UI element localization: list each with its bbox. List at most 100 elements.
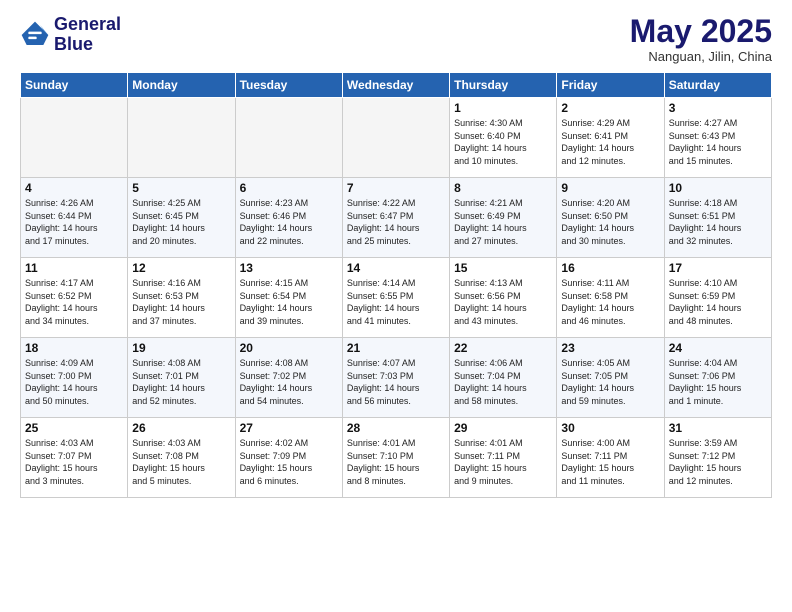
day-detail: Sunrise: 4:10 AM Sunset: 6:59 PM Dayligh…: [669, 277, 767, 327]
month-title: May 2025: [630, 15, 772, 47]
calendar-cell: 8 Sunrise: 4:21 AM Sunset: 6:49 PM Daylig…: [450, 178, 557, 258]
calendar-cell: 19 Sunrise: 4:08 AM Sunset: 7:01 PM Dayli…: [128, 338, 235, 418]
day-detail: Sunrise: 4:13 AM Sunset: 6:56 PM Dayligh…: [454, 277, 552, 327]
calendar-cell: 12Sunrise: 4:16 AM Sunset: 6:53 PM Dayli…: [128, 258, 235, 338]
day-detail: Sunrise: 4:05 AM Sunset: 7:05 PM Dayligh…: [561, 357, 659, 407]
calendar-cell: 27 Sunrise: 4:02 AM Sunset: 7:09 PM Dayli…: [235, 418, 342, 498]
day-number: 8: [454, 181, 552, 195]
header-saturday: Saturday: [664, 73, 771, 98]
day-detail: Sunrise: 4:02 AM Sunset: 7:09 PM Dayligh…: [240, 437, 338, 487]
day-number: 30: [561, 421, 659, 435]
day-number: 12: [132, 261, 230, 275]
calendar-cell: 17 Sunrise: 4:10 AM Sunset: 6:59 PM Dayli…: [664, 258, 771, 338]
day-number: 22: [454, 341, 552, 355]
title-block: May 2025 Nanguan, Jilin, China: [630, 15, 772, 64]
calendar-cell: 2 Sunrise: 4:29 AM Sunset: 6:41 PM Daylig…: [557, 98, 664, 178]
day-number: 7: [347, 181, 445, 195]
calendar-cell: 15Sunrise: 4:13 AM Sunset: 6:56 PM Dayli…: [450, 258, 557, 338]
calendar-cell: 21Sunrise: 4:07 AM Sunset: 7:03 PM Dayli…: [342, 338, 449, 418]
calendar-cell: [235, 98, 342, 178]
day-detail: Sunrise: 4:04 AM Sunset: 7:06 PM Dayligh…: [669, 357, 767, 407]
calendar-cell: 22 Sunrise: 4:06 AM Sunset: 7:04 PM Dayli…: [450, 338, 557, 418]
day-detail: Sunrise: 4:09 AM Sunset: 7:00 PM Dayligh…: [25, 357, 123, 407]
calendar-cell: 1Sunrise: 4:30 AM Sunset: 6:40 PM Daylig…: [450, 98, 557, 178]
day-number: 9: [561, 181, 659, 195]
day-number: 13: [240, 261, 338, 275]
calendar-cell: 7 Sunrise: 4:22 AM Sunset: 6:47 PM Daylig…: [342, 178, 449, 258]
day-detail: Sunrise: 4:21 AM Sunset: 6:49 PM Dayligh…: [454, 197, 552, 247]
logo-icon: [20, 20, 50, 50]
day-detail: Sunrise: 4:23 AM Sunset: 6:46 PM Dayligh…: [240, 197, 338, 247]
header-tuesday: Tuesday: [235, 73, 342, 98]
calendar-cell: 14Sunrise: 4:14 AM Sunset: 6:55 PM Dayli…: [342, 258, 449, 338]
days-header-row: Sunday Monday Tuesday Wednesday Thursday…: [21, 73, 772, 98]
day-number: 27: [240, 421, 338, 435]
day-detail: Sunrise: 4:17 AM Sunset: 6:52 PM Dayligh…: [25, 277, 123, 327]
calendar-cell: 9 Sunrise: 4:20 AM Sunset: 6:50 PM Daylig…: [557, 178, 664, 258]
day-number: 25: [25, 421, 123, 435]
calendar-week-row: 18 Sunrise: 4:09 AM Sunset: 7:00 PM Dayli…: [21, 338, 772, 418]
day-number: 23: [561, 341, 659, 355]
calendar-table: Sunday Monday Tuesday Wednesday Thursday…: [20, 72, 772, 498]
day-number: 18: [25, 341, 123, 355]
day-detail: Sunrise: 4:06 AM Sunset: 7:04 PM Dayligh…: [454, 357, 552, 407]
header-friday: Friday: [557, 73, 664, 98]
day-detail: Sunrise: 4:29 AM Sunset: 6:41 PM Dayligh…: [561, 117, 659, 167]
page: General Blue May 2025 Nanguan, Jilin, Ch…: [0, 0, 792, 612]
calendar-cell: 25 Sunrise: 4:03 AM Sunset: 7:07 PM Dayli…: [21, 418, 128, 498]
calendar-cell: 10Sunrise: 4:18 AM Sunset: 6:51 PM Dayli…: [664, 178, 771, 258]
day-number: 26: [132, 421, 230, 435]
day-number: 6: [240, 181, 338, 195]
day-detail: Sunrise: 3:59 AM Sunset: 7:12 PM Dayligh…: [669, 437, 767, 487]
day-detail: Sunrise: 4:20 AM Sunset: 6:50 PM Dayligh…: [561, 197, 659, 247]
calendar-cell: 16Sunrise: 4:11 AM Sunset: 6:58 PM Dayli…: [557, 258, 664, 338]
day-detail: Sunrise: 4:26 AM Sunset: 6:44 PM Dayligh…: [25, 197, 123, 247]
logo-text: General Blue: [54, 15, 121, 55]
header-wednesday: Wednesday: [342, 73, 449, 98]
day-number: 4: [25, 181, 123, 195]
calendar-cell: 13 Sunrise: 4:15 AM Sunset: 6:54 PM Dayli…: [235, 258, 342, 338]
calendar-cell: 18 Sunrise: 4:09 AM Sunset: 7:00 PM Dayli…: [21, 338, 128, 418]
day-detail: Sunrise: 4:08 AM Sunset: 7:01 PM Dayligh…: [132, 357, 230, 407]
day-number: 31: [669, 421, 767, 435]
day-detail: Sunrise: 4:03 AM Sunset: 7:07 PM Dayligh…: [25, 437, 123, 487]
calendar-cell: [21, 98, 128, 178]
calendar-cell: 30Sunrise: 4:00 AM Sunset: 7:11 PM Dayli…: [557, 418, 664, 498]
calendar-week-row: 11 Sunrise: 4:17 AM Sunset: 6:52 PM Dayli…: [21, 258, 772, 338]
calendar-week-row: 4 Sunrise: 4:26 AM Sunset: 6:44 PM Daylig…: [21, 178, 772, 258]
calendar-cell: 20 Sunrise: 4:08 AM Sunset: 7:02 PM Dayli…: [235, 338, 342, 418]
day-number: 10: [669, 181, 767, 195]
day-detail: Sunrise: 4:07 AM Sunset: 7:03 PM Dayligh…: [347, 357, 445, 407]
day-number: 28: [347, 421, 445, 435]
day-detail: Sunrise: 4:08 AM Sunset: 7:02 PM Dayligh…: [240, 357, 338, 407]
header: General Blue May 2025 Nanguan, Jilin, Ch…: [20, 15, 772, 64]
calendar-cell: 24 Sunrise: 4:04 AM Sunset: 7:06 PM Dayli…: [664, 338, 771, 418]
day-detail: Sunrise: 4:30 AM Sunset: 6:40 PM Dayligh…: [454, 117, 552, 167]
day-number: 24: [669, 341, 767, 355]
day-number: 19: [132, 341, 230, 355]
header-sunday: Sunday: [21, 73, 128, 98]
day-detail: Sunrise: 4:27 AM Sunset: 6:43 PM Dayligh…: [669, 117, 767, 167]
logo-line2: Blue: [54, 35, 121, 55]
day-number: 20: [240, 341, 338, 355]
calendar-cell: 26 Sunrise: 4:03 AM Sunset: 7:08 PM Dayli…: [128, 418, 235, 498]
day-detail: Sunrise: 4:22 AM Sunset: 6:47 PM Dayligh…: [347, 197, 445, 247]
calendar-cell: 5Sunrise: 4:25 AM Sunset: 6:45 PM Daylig…: [128, 178, 235, 258]
calendar-cell: 4 Sunrise: 4:26 AM Sunset: 6:44 PM Daylig…: [21, 178, 128, 258]
day-number: 29: [454, 421, 552, 435]
day-number: 11: [25, 261, 123, 275]
day-number: 3: [669, 101, 767, 115]
day-detail: Sunrise: 4:03 AM Sunset: 7:08 PM Dayligh…: [132, 437, 230, 487]
day-number: 2: [561, 101, 659, 115]
header-thursday: Thursday: [450, 73, 557, 98]
day-detail: Sunrise: 4:11 AM Sunset: 6:58 PM Dayligh…: [561, 277, 659, 327]
day-detail: Sunrise: 4:15 AM Sunset: 6:54 PM Dayligh…: [240, 277, 338, 327]
day-number: 17: [669, 261, 767, 275]
calendar-cell: 6 Sunrise: 4:23 AM Sunset: 6:46 PM Daylig…: [235, 178, 342, 258]
logo-line1: General: [54, 15, 121, 35]
day-detail: Sunrise: 4:01 AM Sunset: 7:11 PM Dayligh…: [454, 437, 552, 487]
day-number: 14: [347, 261, 445, 275]
calendar-cell: 3 Sunrise: 4:27 AM Sunset: 6:43 PM Daylig…: [664, 98, 771, 178]
day-detail: Sunrise: 4:25 AM Sunset: 6:45 PM Dayligh…: [132, 197, 230, 247]
calendar-cell: 28Sunrise: 4:01 AM Sunset: 7:10 PM Dayli…: [342, 418, 449, 498]
